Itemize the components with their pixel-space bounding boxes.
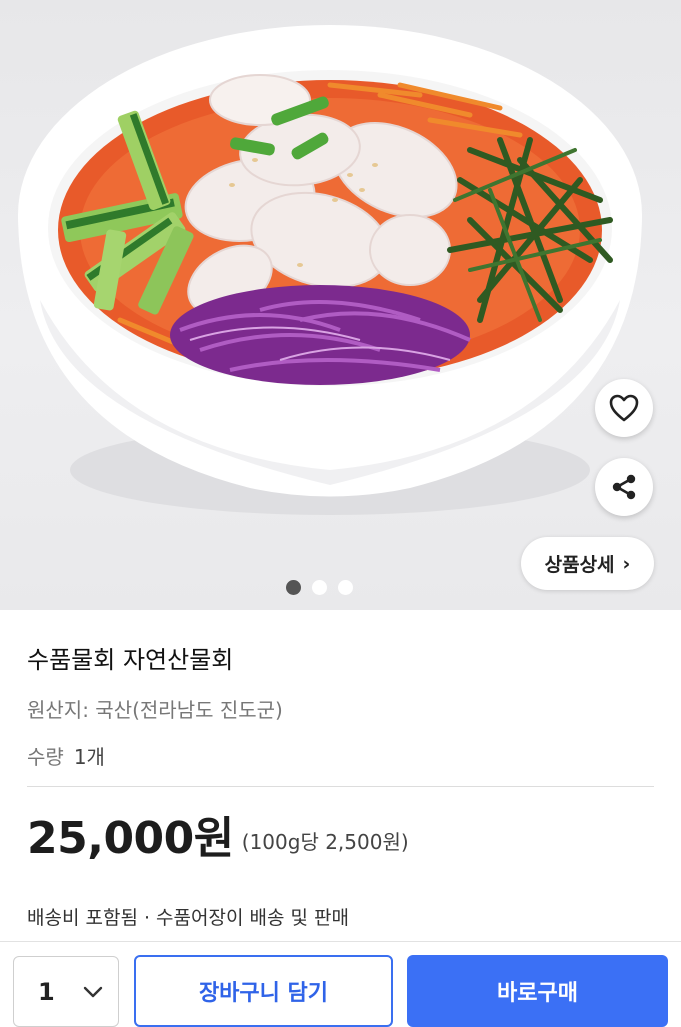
quantity-label: 수량 <box>27 745 64 769</box>
product-photo <box>18 25 642 515</box>
product-origin: 원산지: 국산(전라남도 진도군) <box>27 698 283 722</box>
product-detail-label: 상품상세 <box>544 554 615 576</box>
quantity-info: 수량 1개 <box>27 741 105 770</box>
unit-price: (100g당 2,500원) <box>241 830 409 854</box>
divider <box>27 786 654 787</box>
quantity-select[interactable]: 1 <box>13 956 119 1027</box>
price-row: 25,000원 (100g당 2,500원) <box>27 817 409 861</box>
quantity-select-value: 1 <box>38 977 55 1006</box>
product-price: 25,000원 <box>27 813 234 864</box>
carousel-dot[interactable] <box>338 580 353 595</box>
add-to-cart-button[interactable]: 장바구니 담기 <box>134 955 393 1027</box>
product-title: 수품물회 자연산물회 <box>27 646 234 674</box>
buy-now-button[interactable]: 바로구매 <box>407 955 668 1027</box>
share-icon <box>612 474 636 500</box>
carousel-dot[interactable] <box>286 580 301 595</box>
product-image-carousel[interactable]: 상품상세 › <box>0 0 681 610</box>
chevron-right-icon: › <box>622 552 631 575</box>
shipping-info: 배송비 포함됨 · 수품어장이 배송 및 판매 <box>27 907 349 929</box>
carousel-dot[interactable] <box>312 580 327 595</box>
quantity-value: 1개 <box>73 745 105 769</box>
share-button[interactable] <box>595 458 653 516</box>
heart-icon <box>609 394 639 422</box>
wishlist-button[interactable] <box>595 379 653 437</box>
carousel-indicator <box>0 580 660 595</box>
chevron-down-icon <box>83 986 102 997</box>
purchase-bar: 1 장바구니 담기 바로구매 <box>0 941 681 1027</box>
